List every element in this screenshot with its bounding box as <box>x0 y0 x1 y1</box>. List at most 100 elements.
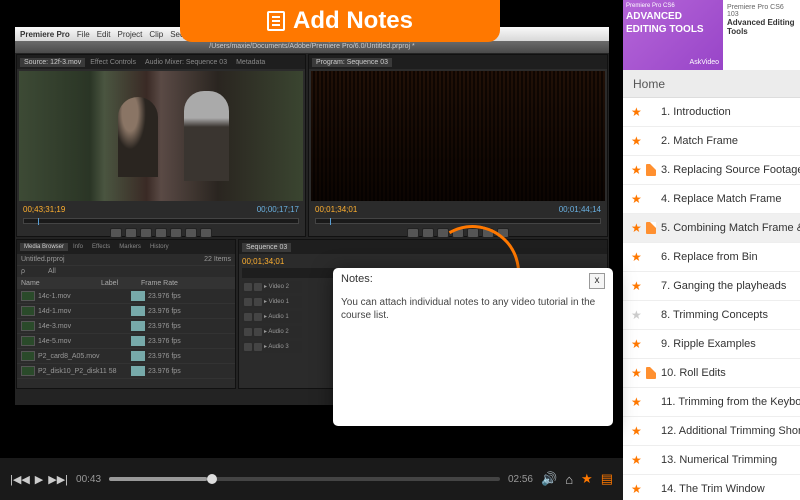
lesson-item[interactable]: ★ 13. Numerical Trimming <box>623 446 800 475</box>
tab[interactable]: Markers <box>115 243 145 251</box>
tab[interactable]: Media Browser <box>20 243 68 251</box>
source-panel: Source: 12f-3.movEffect ControlsAudio Mi… <box>16 54 306 237</box>
banner-label: Add Notes <box>293 7 413 35</box>
lesson-label: 12. Additional Trimming Shortcuts <box>661 425 800 437</box>
prev-button: |◀◀ <box>10 473 30 486</box>
project-panel: Media BrowserInfoEffectsMarkersHistory U… <box>16 239 236 389</box>
window-title: /Users/maxie/Documents/Adobe/Premiere Pr… <box>15 41 609 53</box>
lesson-item[interactable]: ★ 7. Ganging the playheads <box>623 272 800 301</box>
lesson-item[interactable]: ★ 12. Additional Trimming Shortcuts <box>623 417 800 446</box>
lesson-label: 5. Combining Match Frame & <box>661 222 800 234</box>
menu-item[interactable]: Edit <box>97 30 111 39</box>
course-header[interactable]: Premiere Pro CS6 ADVANCED EDITING TOOLS … <box>623 0 800 70</box>
play-button: ▶ <box>35 473 43 486</box>
note-icon <box>646 367 656 379</box>
star-icon[interactable]: ★ <box>631 163 641 177</box>
timeline-playhead-tc: 00;01;34;01 <box>242 257 604 266</box>
timeline-tabs[interactable]: Sequence 03 <box>239 240 607 254</box>
star-icon[interactable]: ★ <box>631 453 641 467</box>
lesson-item[interactable]: ★2. Match Frame <box>623 127 800 156</box>
lesson-label: 7. Ganging the playheads <box>661 280 786 292</box>
add-notes-banner: Add Notes <box>180 0 500 42</box>
tab[interactable]: Source: 12f-3.mov <box>20 58 85 67</box>
project-item[interactable]: 14e-3.mov23.976 fps <box>17 319 235 334</box>
star-icon[interactable]: ★ <box>631 337 641 351</box>
lesson-label: 10. Roll Edits <box>661 367 726 379</box>
lesson-item[interactable]: ★6. Replace from Bin <box>623 243 800 272</box>
lesson-item[interactable]: ★ 4. Replace Match Frame <box>623 185 800 214</box>
notes-popup: Notes: x You can attach individual notes… <box>333 268 613 426</box>
favorite-icon[interactable]: ★ <box>581 471 593 487</box>
star-icon[interactable]: ★ <box>631 424 641 438</box>
menu-item[interactable]: Premiere Pro <box>20 30 70 39</box>
lesson-label: 4. Replace Match Frame <box>661 193 781 205</box>
lesson-label: 13. Numerical Trimming <box>661 454 777 466</box>
note-icon <box>646 164 656 176</box>
close-button[interactable]: x <box>589 273 605 289</box>
notes-textarea[interactable]: You can attach individual notes to any v… <box>333 294 613 324</box>
program-monitor[interactable] <box>311 71 605 201</box>
notes-title: Notes: <box>341 273 373 289</box>
star-icon[interactable]: ★ <box>631 221 641 235</box>
lesson-item[interactable]: ★ 5. Combining Match Frame & <box>623 214 800 243</box>
star-icon[interactable]: ★ <box>631 192 641 206</box>
project-item[interactable]: 14c-1.mov23.976 fps <box>17 289 235 304</box>
lesson-label: 3. Replacing Source Footage <box>661 164 800 176</box>
tab[interactable]: Audio Mixer: Sequence 03 <box>141 58 231 67</box>
star-icon[interactable]: ★ <box>631 395 641 409</box>
program-panel: Program: Sequence 03 00;01;34;01 00;01;44… <box>308 54 608 237</box>
lesson-item[interactable]: ★11. Trimming from the Keyboard <box>623 388 800 417</box>
lesson-item[interactable]: ★8. Trimming Concepts <box>623 301 800 330</box>
star-icon[interactable]: ★ <box>631 134 641 148</box>
tab[interactable]: Metadata <box>232 58 269 67</box>
seek-bar[interactable] <box>109 477 500 481</box>
source-transport[interactable] <box>17 226 305 240</box>
lesson-item[interactable]: ★ 3. Replacing Source Footage <box>623 156 800 185</box>
star-icon[interactable]: ★ <box>631 366 641 380</box>
source-tabs[interactable]: Source: 12f-3.movEffect ControlsAudio Mi… <box>17 55 305 69</box>
source-scrubber[interactable] <box>23 218 299 224</box>
project-item[interactable]: 14e-5.mov23.976 fps <box>17 334 235 349</box>
menu-item[interactable]: Project <box>118 30 143 39</box>
star-icon[interactable]: ★ <box>631 250 641 264</box>
program-scrubber[interactable] <box>315 218 601 224</box>
lesson-item[interactable]: ★ 9. Ripple Examples <box>623 330 800 359</box>
lesson-label: 9. Ripple Examples <box>661 338 756 350</box>
notes-icon <box>267 11 285 31</box>
program-tc: 00;01;34;01 <box>315 205 357 214</box>
tab[interactable]: History <box>146 243 173 251</box>
project-item[interactable]: P2_card8_A05.mov23.976 fps <box>17 349 235 364</box>
menu-item[interactable]: Clip <box>149 30 163 39</box>
sidebar: Premiere Pro CS6 ADVANCED EDITING TOOLS … <box>623 0 800 500</box>
tab[interactable]: Info <box>69 243 87 251</box>
program-tc-dur: 00;01;44;14 <box>559 205 601 214</box>
project-item[interactable]: 14d-1.mov23.976 fps <box>17 304 235 319</box>
project-cols[interactable]: NameLabelFrame Rate <box>17 278 235 289</box>
lesson-item[interactable]: ★ 10. Roll Edits <box>623 359 800 388</box>
next-button: ▶▶| <box>48 473 68 486</box>
tab[interactable]: Effect Controls <box>86 58 140 67</box>
tab[interactable]: Effects <box>88 243 114 251</box>
program-tabs[interactable]: Program: Sequence 03 <box>309 55 607 69</box>
project-item[interactable]: P2_disk10_P2_disk11 5823.976 fps <box>17 364 235 379</box>
lesson-item[interactable]: ★ 14. The Trim Window <box>623 475 800 500</box>
source-tc-dur: 00;00;17;17 <box>257 205 299 214</box>
menu-item[interactable]: File <box>77 30 90 39</box>
star-icon[interactable]: ★ <box>631 105 641 119</box>
browser-tabs[interactable]: Media BrowserInfoEffectsMarkersHistory <box>17 240 235 254</box>
lesson-label: 14. The Trim Window <box>661 483 765 495</box>
star-icon[interactable]: ★ <box>631 482 641 496</box>
home-button[interactable]: Home <box>623 70 800 98</box>
star-icon[interactable]: ★ <box>631 308 641 322</box>
star-icon[interactable]: ★ <box>631 279 641 293</box>
source-monitor[interactable] <box>19 71 303 201</box>
player-transport[interactable]: |◀◀ ▶ ▶▶| <box>10 473 68 486</box>
lesson-item[interactable]: ★1. Introduction <box>623 98 800 127</box>
course-thumbnail: Premiere Pro CS6 ADVANCED EDITING TOOLS <box>623 0 723 70</box>
add-note-icon[interactable]: ▤ <box>601 471 613 487</box>
project-filter[interactable]: ρAll <box>17 266 235 278</box>
time-duration: 02:56 <box>508 474 533 485</box>
home-icon[interactable]: ⌂ <box>565 472 573 487</box>
volume-icon[interactable]: 🔊 <box>541 471 557 487</box>
note-icon <box>646 222 656 234</box>
